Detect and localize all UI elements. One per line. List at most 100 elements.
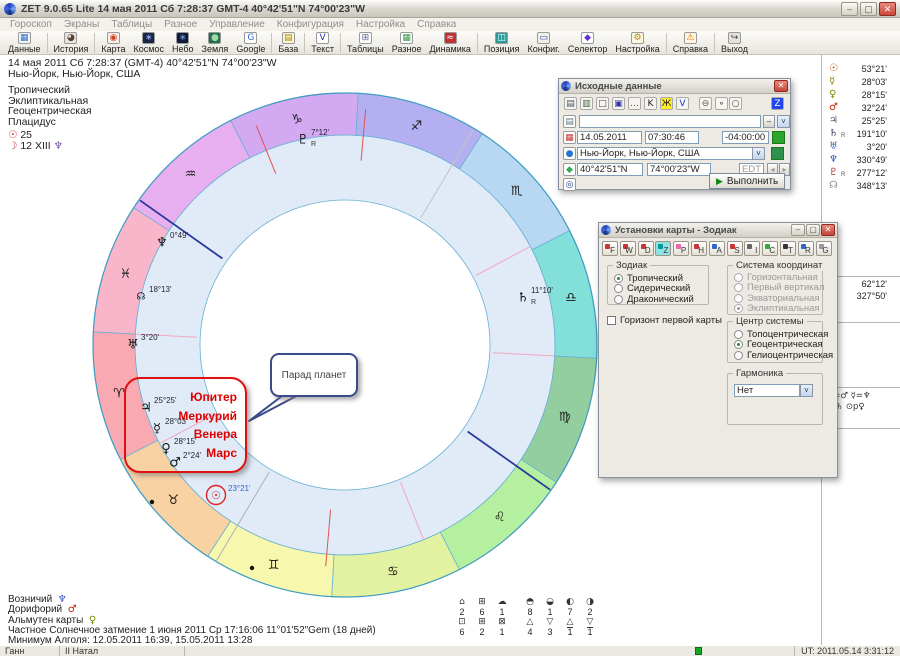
event-minus-button[interactable]: – <box>763 115 775 128</box>
execute-button[interactable]: ▶ Выполнить <box>709 173 785 189</box>
settings-tab-Z[interactable]: Z <box>655 241 671 256</box>
toolbar-button-earth[interactable]: ●Земля <box>198 32 233 54</box>
settings-tab-T[interactable]: T <box>780 241 796 256</box>
maximize-button[interactable]: ▢ <box>860 2 877 16</box>
settings-tab-S[interactable]: S <box>727 241 743 256</box>
toolbar-button-dynamics[interactable]: ≈Динамика <box>425 32 474 54</box>
copy-icon[interactable]: ▤ <box>564 97 577 110</box>
menu-item-7[interactable]: Настройка <box>350 19 411 30</box>
settings-tab-I[interactable]: I <box>744 241 760 256</box>
toolbar-button-help[interactable]: ⚠Справка <box>669 32 712 54</box>
big-circle-icon[interactable]: ○ <box>729 97 742 110</box>
source-data-close-button[interactable]: ✕ <box>774 80 788 92</box>
theta-icon[interactable]: ⊖ <box>699 97 712 110</box>
horizon-checkbox-row[interactable]: Горизонт первой карты <box>607 315 722 326</box>
tab-letter: D <box>645 246 651 255</box>
zodiac-option-3[interactable]: Драконический <box>614 294 708 305</box>
zodiac-option-2[interactable]: Сидерический <box>614 284 708 295</box>
planet-uranus[interactable]: ♅ <box>127 338 139 353</box>
settings-tab-R[interactable]: R <box>798 241 814 256</box>
event-name-input[interactable] <box>579 115 761 128</box>
planet-row-saturn: ♄R191°10' <box>822 127 900 140</box>
menu-item-2[interactable]: Экраны <box>58 19 105 30</box>
toolbar-button-exit[interactable]: ↪Выход <box>717 32 752 54</box>
planet-pluto[interactable]: ♇ <box>297 133 309 148</box>
system-center-option-3[interactable]: Гелиоцентрическая <box>734 350 822 361</box>
toolbar-button-data[interactable]: ▦Данные <box>4 32 45 54</box>
k-icon[interactable]: K <box>644 97 657 110</box>
new-file-icon[interactable]: □ <box>596 97 609 110</box>
toolbar-button-cosmos[interactable]: ∗Космос <box>130 32 168 54</box>
system-center-option-1[interactable]: Топоцентрическая <box>734 329 822 340</box>
longitude-input[interactable]: 74°00'23"W <box>647 163 711 176</box>
toolbar-button-tables[interactable]: ⊞Таблицы <box>343 32 388 54</box>
settings-tab-D[interactable]: D <box>638 241 654 256</box>
menu-item-4[interactable]: Разное <box>158 19 203 30</box>
save-icon[interactable]: ▣ <box>612 97 625 110</box>
dynamics-icon: ≈ <box>444 32 457 44</box>
source-data-titlebar[interactable]: Исходные данные ✕ <box>559 79 790 94</box>
settings-tab-C[interactable]: C <box>762 241 778 256</box>
date-input[interactable]: 14.05.2011 <box>577 131 642 144</box>
zodiac-option-1[interactable]: Тропический <box>614 273 708 284</box>
toolbar-button-config[interactable]: ▭Конфиг. <box>524 32 564 54</box>
planet-sun[interactable]: ☉ <box>211 489 221 502</box>
paste-icon[interactable]: ▥ <box>580 97 593 110</box>
radio-icon[interactable] <box>614 274 623 283</box>
harmonic-select[interactable]: Нет <box>734 384 800 397</box>
harmonic-dropdown-button[interactable]: ˅ <box>800 384 813 397</box>
radio-icon[interactable] <box>614 295 623 304</box>
stat-value: 1 <box>540 607 560 617</box>
chart-settings-titlebar[interactable]: Установки карты - Зодиак – ▢ ✕ <box>599 223 837 238</box>
radio-icon[interactable] <box>734 330 743 339</box>
radio-icon[interactable] <box>734 351 743 360</box>
zet-logo-icon[interactable]: V <box>676 97 689 110</box>
system-center-option-2[interactable]: Геоцентрическая <box>734 340 822 351</box>
settings-tab-G[interactable]: G <box>816 241 832 256</box>
horizon-checkbox[interactable] <box>607 316 616 325</box>
menu-item-3[interactable]: Таблицы <box>105 19 158 30</box>
z-icon[interactable]: Z <box>771 97 784 110</box>
settings-minimize-button[interactable]: – <box>791 224 805 236</box>
settings-tab-W[interactable]: W <box>620 241 636 256</box>
settings-tab-P[interactable]: P <box>673 241 689 256</box>
planet-neptune[interactable]: ♆ <box>156 236 168 251</box>
settings-tab-H[interactable]: H <box>691 241 707 256</box>
latitude-input[interactable]: 40°42'51"N <box>577 163 643 176</box>
toolbar-button-settings[interactable]: ⚙Настройка <box>611 32 663 54</box>
now-button[interactable] <box>772 131 785 144</box>
toolbar-label-sky: Небо <box>172 44 194 54</box>
toolbar-button-text[interactable]: VТекст <box>307 32 338 54</box>
toolbar-button-sky[interactable]: ∗Небо <box>168 32 198 54</box>
planet-node[interactable]: ☊ <box>137 292 146 303</box>
radio-icon[interactable] <box>614 284 623 293</box>
planet-saturn[interactable]: ♄ <box>517 291 529 306</box>
settings-tab-A[interactable]: A <box>709 241 725 256</box>
ellipsis-icon[interactable]: … <box>628 97 641 110</box>
minimize-button[interactable]: – <box>841 2 858 16</box>
event-dropdown-button[interactable]: ˅ <box>777 115 790 128</box>
toolbar-button-misc[interactable]: ▦Разное <box>388 32 426 54</box>
timezone-input[interactable]: -04:00:00 <box>722 131 769 144</box>
toolbar-button-position[interactable]: ◫Позиция <box>480 32 524 54</box>
toolbar-button-selector[interactable]: ◆Селектор <box>564 32 612 54</box>
close-button[interactable]: ✕ <box>879 2 896 16</box>
settings-close-button[interactable]: ✕ <box>821 224 835 236</box>
time-input[interactable]: 07:30:46 <box>645 131 699 144</box>
menu-item-1[interactable]: Гороскоп <box>4 19 58 30</box>
settings-tab-F[interactable]: F <box>602 241 618 256</box>
settings-maximize-button[interactable]: ▢ <box>806 224 820 236</box>
toolbar-button-history[interactable]: ◕История <box>50 32 93 54</box>
place-dropdown-button[interactable]: ˅ <box>752 147 765 160</box>
zh-icon[interactable]: Ж <box>660 97 673 110</box>
toolbar-button-base[interactable]: ▤База <box>274 32 302 54</box>
place-combo[interactable]: Нью-Йорк, Нью-Йорк, США <box>577 147 765 160</box>
toolbar-button-chart[interactable]: ◉Карта <box>97 32 129 54</box>
toolbar-button-google[interactable]: GGoogle <box>232 32 269 54</box>
radio-icon[interactable] <box>734 340 743 349</box>
menu-item-8[interactable]: Справка <box>411 19 462 30</box>
atlas-button[interactable] <box>771 147 784 160</box>
small-circle-icon[interactable]: ∘ <box>715 97 728 110</box>
menu-item-6[interactable]: Конфигурация <box>271 19 350 30</box>
menu-item-5[interactable]: Управление <box>203 19 271 30</box>
